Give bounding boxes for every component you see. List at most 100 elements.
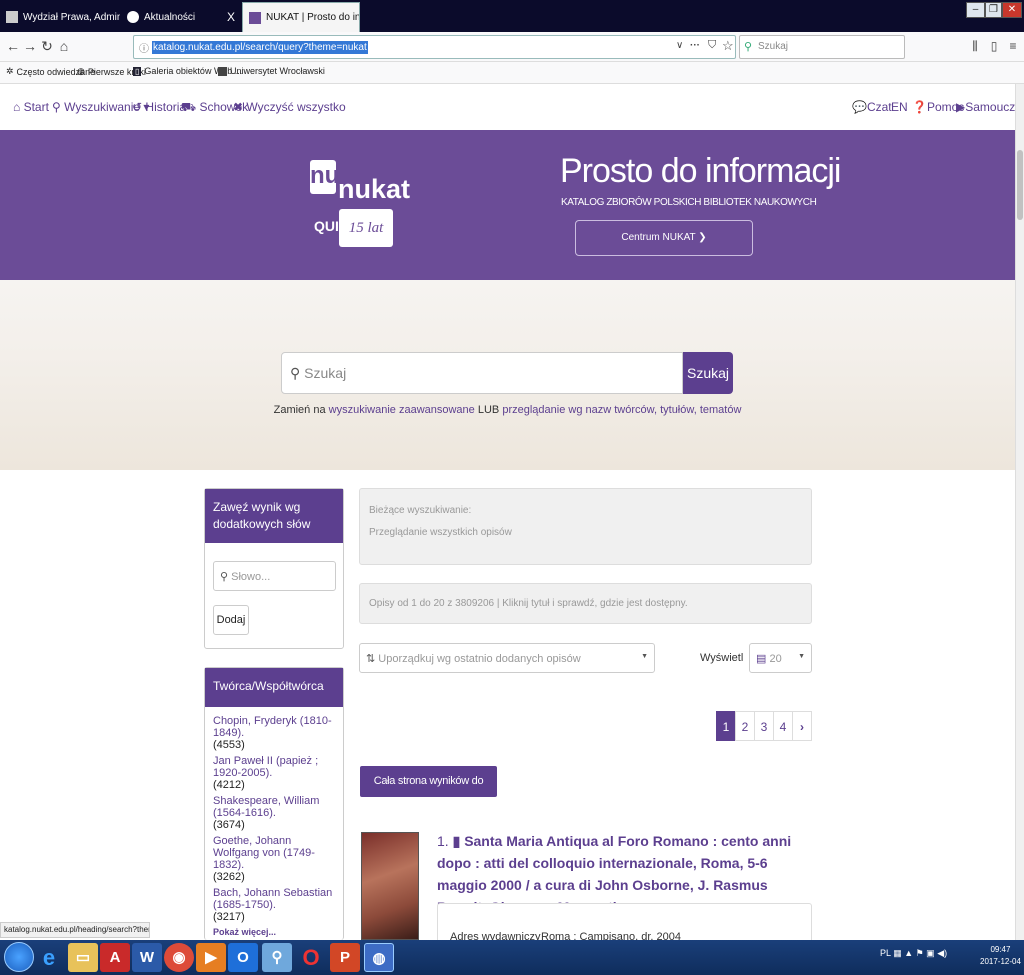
page-actions-icon[interactable]: ··· bbox=[690, 40, 700, 51]
bookmarks-bar: ✲ Często odwiedzane ◍ Pierwsze kroki ▯ Gale… bbox=[0, 62, 1024, 84]
book-icon: ▤ bbox=[756, 653, 767, 665]
clock[interactable]: 09:47 2017-12-04 bbox=[980, 944, 1021, 968]
creator-count: (3674) bbox=[213, 819, 245, 831]
video-icon: ▶ bbox=[956, 100, 966, 114]
book-icon: ▮ bbox=[452, 833, 461, 849]
library-icon[interactable]: ⫼ bbox=[966, 37, 984, 55]
bookmark-star-icon[interactable]: ☆ bbox=[722, 38, 734, 54]
creator-link[interactable]: Bach, Johann Sebastian (1685-1750). bbox=[213, 887, 335, 911]
minimize-button[interactable]: – bbox=[966, 2, 985, 18]
nukat-logo-text[interactable]: nukat bbox=[338, 174, 410, 205]
scrollbar-thumb[interactable] bbox=[1017, 150, 1023, 220]
history-icon: ↺ bbox=[132, 100, 143, 114]
tab-nukat[interactable]: NUKAT | Prosto do informacji - X bbox=[242, 2, 360, 32]
browser-tab-bar: Wydział Prawa, Administracji i X Aktualn… bbox=[0, 0, 1024, 32]
url-bar[interactable]: ⓘ katalog.nukat.edu.pl/search/query?them… bbox=[133, 35, 736, 59]
creator-link[interactable]: Shakespeare, William (1564-1616). bbox=[213, 795, 335, 819]
add-word-button[interactable]: Dodaj bbox=[213, 605, 249, 635]
creator-link[interactable]: Jan Paweł II (papież ; 1920-2005). bbox=[213, 755, 335, 779]
page-icon bbox=[6, 11, 18, 23]
acrobat-icon[interactable]: A bbox=[100, 943, 130, 972]
forward-icon[interactable]: → bbox=[21, 37, 39, 55]
tab-aktualnosci[interactable]: Aktualności X bbox=[121, 2, 241, 32]
home-icon[interactable]: ⌂ bbox=[55, 37, 73, 55]
url-text: katalog.nukat.edu.pl/search/query?theme=… bbox=[152, 41, 368, 54]
bookmark-uwr[interactable]: Uniwersytet Wrocławski bbox=[218, 66, 325, 76]
chrome-icon[interactable]: ◉ bbox=[164, 943, 194, 972]
tray-icons[interactable]: ▦ ▲ ⚑ ▣ ◀) bbox=[893, 948, 947, 958]
close-window-button[interactable]: ✕ bbox=[1002, 2, 1022, 18]
refine-word-input[interactable]: ⚲ Słowo... bbox=[213, 561, 336, 591]
nav-clear-all[interactable]: ✖ Wyczyść wszystko bbox=[233, 100, 346, 114]
language-indicator[interactable]: PL bbox=[880, 948, 891, 958]
dropdown-arrow-icon[interactable]: ∨ bbox=[676, 40, 683, 51]
slogan-subtitle: KATALOG ZBIORÓW POLSKICH BIBLIOTEK NAUKO… bbox=[561, 197, 817, 208]
ie-icon[interactable]: e bbox=[34, 943, 64, 972]
creators-panel-title: Twórca/Współtwórca bbox=[205, 668, 343, 707]
status-bar: katalog.nukat.edu.pl/heading/search?them… bbox=[0, 922, 150, 938]
system-tray[interactable]: PL ▦ ▲ ⚑ ▣ ◀) bbox=[880, 948, 947, 959]
next-page-icon[interactable]: › bbox=[792, 711, 812, 741]
creator-link[interactable]: Chopin, Fryderyk (1810-1849). bbox=[213, 715, 335, 739]
opera-icon[interactable]: O bbox=[296, 943, 326, 972]
page-1[interactable]: 1 bbox=[716, 711, 736, 741]
book-cover-image[interactable] bbox=[361, 832, 419, 940]
browse-link[interactable]: przeglądanie wg nazw twórców, tytułów, t… bbox=[502, 404, 741, 416]
advanced-search-link[interactable]: wyszukiwanie zaawansowane bbox=[329, 404, 475, 416]
anniversary-badge[interactable]: 15 lat bbox=[339, 209, 393, 247]
nav-history[interactable]: ↺ Historia bbox=[132, 100, 186, 114]
nukat-logo-mark[interactable]: nu bbox=[310, 160, 339, 194]
search-placeholder: Szukaj bbox=[304, 365, 347, 381]
page-2[interactable]: 2 bbox=[735, 711, 755, 741]
media-icon[interactable]: ▶ bbox=[196, 943, 226, 972]
pocket-icon[interactable]: ⛉ bbox=[708, 39, 716, 52]
centrum-nukat-button[interactable]: Centrum NUKAT ❯ bbox=[575, 220, 753, 256]
refine-panel: Zawęź wynik wg dodatkowych słów ⚲ Słowo.… bbox=[204, 488, 344, 649]
network-icon[interactable]: ⚲ bbox=[262, 943, 292, 972]
explorer-icon[interactable]: ▭ bbox=[68, 943, 98, 972]
display-label: Wyświetl bbox=[700, 652, 744, 664]
all-to-clipboard-button[interactable]: Cała strona wyników do schowka bbox=[360, 766, 497, 818]
nav-tutorial[interactable]: ▶Samouczek bbox=[956, 100, 1024, 114]
start-button[interactable] bbox=[4, 942, 34, 972]
firefox-icon[interactable]: ◍ bbox=[364, 943, 394, 972]
close-tab-icon[interactable]: X bbox=[227, 10, 235, 24]
page-3[interactable]: 3 bbox=[754, 711, 774, 741]
gear-icon: ✲ bbox=[6, 66, 14, 76]
page-4[interactable]: 4 bbox=[773, 711, 793, 741]
creator-link[interactable]: Goethe, Johann Wolfgang von (1749-1832). bbox=[213, 835, 335, 871]
clock-date: 2017-12-04 bbox=[980, 957, 1021, 966]
nav-start[interactable]: ⌂ Start bbox=[13, 100, 49, 114]
home-icon: ⌂ bbox=[13, 100, 21, 114]
gallery-icon: ▯ bbox=[133, 66, 142, 76]
result-details: Adres wydawniczy Roma : Campisano, dr. 2… bbox=[437, 903, 812, 943]
sidebar-icon[interactable]: ▯ bbox=[985, 37, 1003, 55]
firefox-icon: ◍ bbox=[77, 66, 85, 76]
info-icon[interactable]: ⓘ bbox=[139, 40, 149, 55]
outlook-icon[interactable]: O bbox=[228, 943, 258, 972]
main-search-button[interactable]: Szukaj bbox=[683, 352, 733, 394]
per-page-select[interactable]: ▤ 20 ▼ bbox=[749, 643, 812, 673]
sort-select[interactable]: ⇅ Uporządkuj wg ostatnio dodanych opisów… bbox=[359, 643, 655, 673]
menu-icon[interactable]: ≡ bbox=[1004, 37, 1022, 55]
globe-icon bbox=[127, 11, 139, 23]
nav-language[interactable]: EN bbox=[891, 100, 908, 114]
page-scrollbar[interactable] bbox=[1015, 84, 1024, 940]
refine-panel-title: Zawęź wynik wg dodatkowych słów bbox=[205, 489, 343, 543]
nav-chat[interactable]: 💬Czat bbox=[852, 100, 892, 114]
show-more-link[interactable]: Pokaż więcej... bbox=[213, 927, 335, 937]
creator-count: (3262) bbox=[213, 871, 245, 883]
maximize-button[interactable]: ❐ bbox=[985, 2, 1002, 18]
back-icon[interactable]: ← bbox=[4, 37, 22, 55]
banner: nu nukat QUIZ 15 lat Prosto do informacj… bbox=[0, 130, 1015, 280]
powerpoint-icon[interactable]: P bbox=[330, 943, 360, 972]
chevron-down-icon: ▼ bbox=[798, 653, 805, 660]
tab-wydzial-prawa[interactable]: Wydział Prawa, Administracji i X bbox=[0, 2, 120, 32]
clear-icon: ✖ bbox=[233, 100, 244, 114]
result-number: 1. bbox=[437, 833, 449, 849]
main-search-input[interactable]: ⚲ Szukaj bbox=[281, 352, 683, 394]
uwr-icon bbox=[218, 66, 227, 76]
word-icon[interactable]: W bbox=[132, 943, 162, 972]
browser-search-input[interactable]: ⚲ Szukaj bbox=[739, 35, 905, 59]
reload-icon[interactable]: ↻ bbox=[38, 37, 56, 55]
